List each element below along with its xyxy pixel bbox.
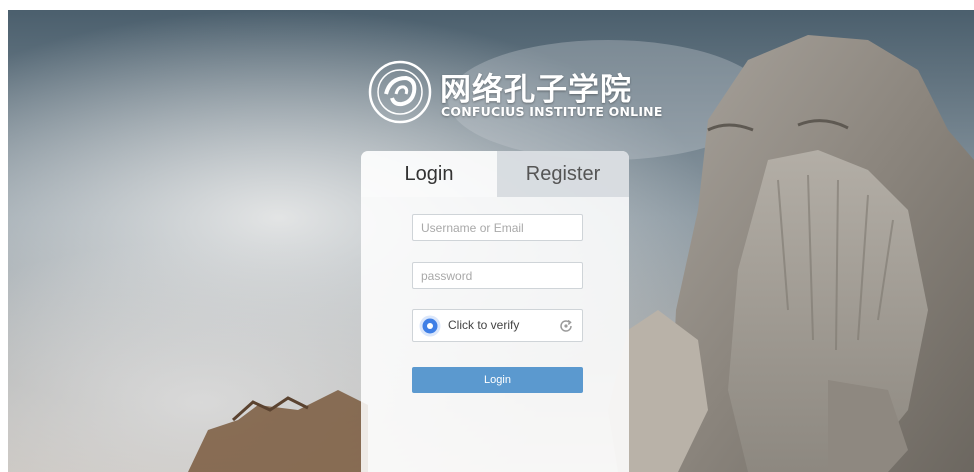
tab-login[interactable]: Login: [361, 151, 497, 197]
auth-tabs: Login Register: [361, 151, 629, 197]
verify-label: Click to verify: [448, 318, 520, 332]
login-page: 网络孔子学院 CONFUCIUS INSTITUTE ONLINE Login …: [8, 10, 974, 472]
logo-title-chinese: 网络孔子学院: [440, 72, 632, 108]
logo-title-english: CONFUCIUS INSTITUTE ONLINE: [441, 104, 663, 119]
captcha-verify-button[interactable]: Click to verify: [412, 309, 583, 342]
verify-dot-icon: [419, 315, 441, 337]
tab-register[interactable]: Register: [497, 151, 629, 197]
login-button[interactable]: Login: [412, 367, 583, 393]
password-input[interactable]: [412, 262, 583, 289]
auth-panel: Login Register Click to verify Login: [361, 151, 629, 472]
username-input[interactable]: [412, 214, 583, 241]
refresh-icon[interactable]: [558, 318, 574, 334]
confucius-institute-emblem-icon: [368, 60, 432, 124]
site-logo[interactable]: 网络孔子学院 CONFUCIUS INSTITUTE ONLINE: [368, 60, 662, 132]
